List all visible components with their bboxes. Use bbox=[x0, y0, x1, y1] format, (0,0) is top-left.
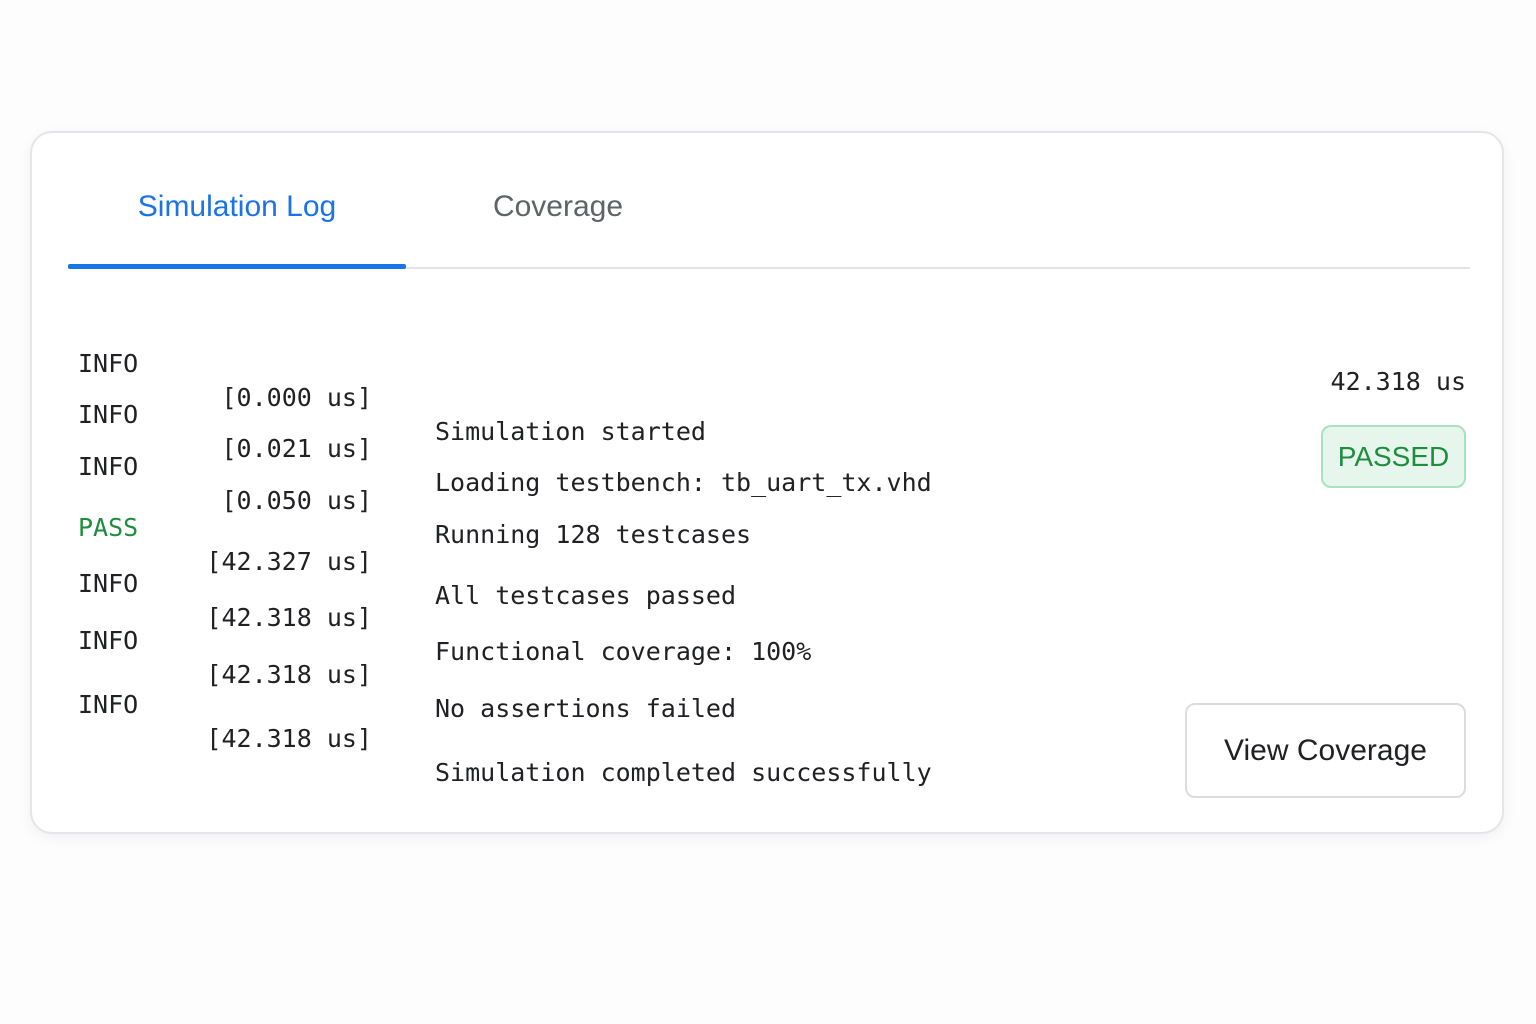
simulation-results-panel: Simulation Log Coverage INFO [0.000 us] … bbox=[30, 131, 1504, 834]
log-level: INFO bbox=[78, 690, 139, 719]
log-row: INFO [42.318 us] Simulation completed su… bbox=[78, 654, 978, 787]
log-row: INFO [0.000 us] Simulation started bbox=[78, 313, 978, 446]
active-tab-indicator bbox=[68, 264, 406, 269]
log-row: INFO [42.318 us] No assertions failed bbox=[78, 590, 978, 723]
tab-simulation-log[interactable]: Simulation Log bbox=[68, 187, 406, 227]
log-timestamp: [42.318 us] bbox=[206, 724, 372, 753]
view-coverage-button[interactable]: View Coverage bbox=[1185, 703, 1466, 798]
log-row: INFO [0.021 us] Loading testbench: tb_ua… bbox=[78, 364, 978, 497]
log-level: INFO bbox=[78, 626, 139, 655]
simulation-time: 42.318 us bbox=[1330, 367, 1466, 396]
log-row: PASS [42.327 us] All testcases passed bbox=[78, 477, 978, 610]
tab-bar: Simulation Log Coverage bbox=[68, 133, 1470, 270]
log-message: No assertions failed bbox=[435, 694, 737, 723]
log-message: Simulation completed successfully bbox=[435, 758, 932, 787]
tab-coverage[interactable]: Coverage bbox=[488, 187, 628, 227]
log-row: INFO [42.318 us] Functional coverage: 10… bbox=[78, 533, 978, 666]
status-badge: PASSED bbox=[1321, 425, 1466, 488]
log-row: INFO [0.050 us] Running 128 testcases bbox=[78, 416, 978, 549]
